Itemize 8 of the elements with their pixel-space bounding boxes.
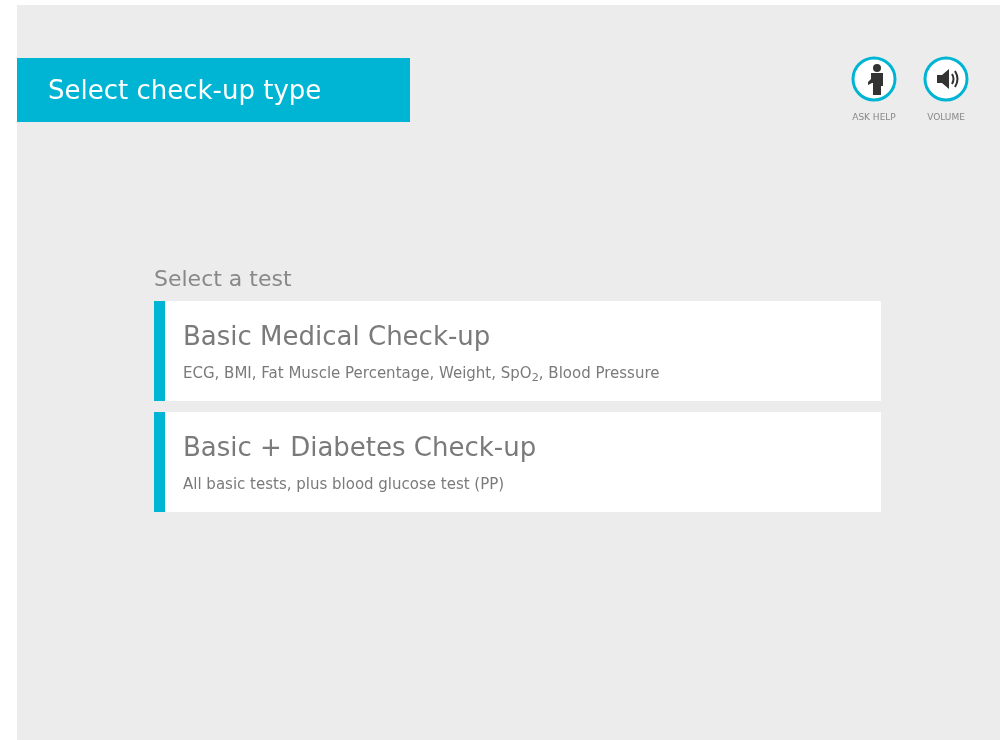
test-option[interactable]: Basic + Diabetes Check-up All basic tests, plus blood glucose test (PP) xyxy=(154,412,881,512)
help-button[interactable]: ASK HELP xyxy=(848,55,900,125)
volume-button[interactable]: VOLUME xyxy=(920,55,972,125)
speaker-icon xyxy=(922,55,970,103)
section-label: Select a test xyxy=(154,265,293,293)
page-title: Select check-up type xyxy=(17,58,410,122)
person-icon xyxy=(850,55,898,103)
test-option[interactable]: Basic Medical Check-up ECG, BMI, Fat Muscle Percentage, Weight, SpO$_{2}$, Blood Pressure xyxy=(154,301,881,401)
